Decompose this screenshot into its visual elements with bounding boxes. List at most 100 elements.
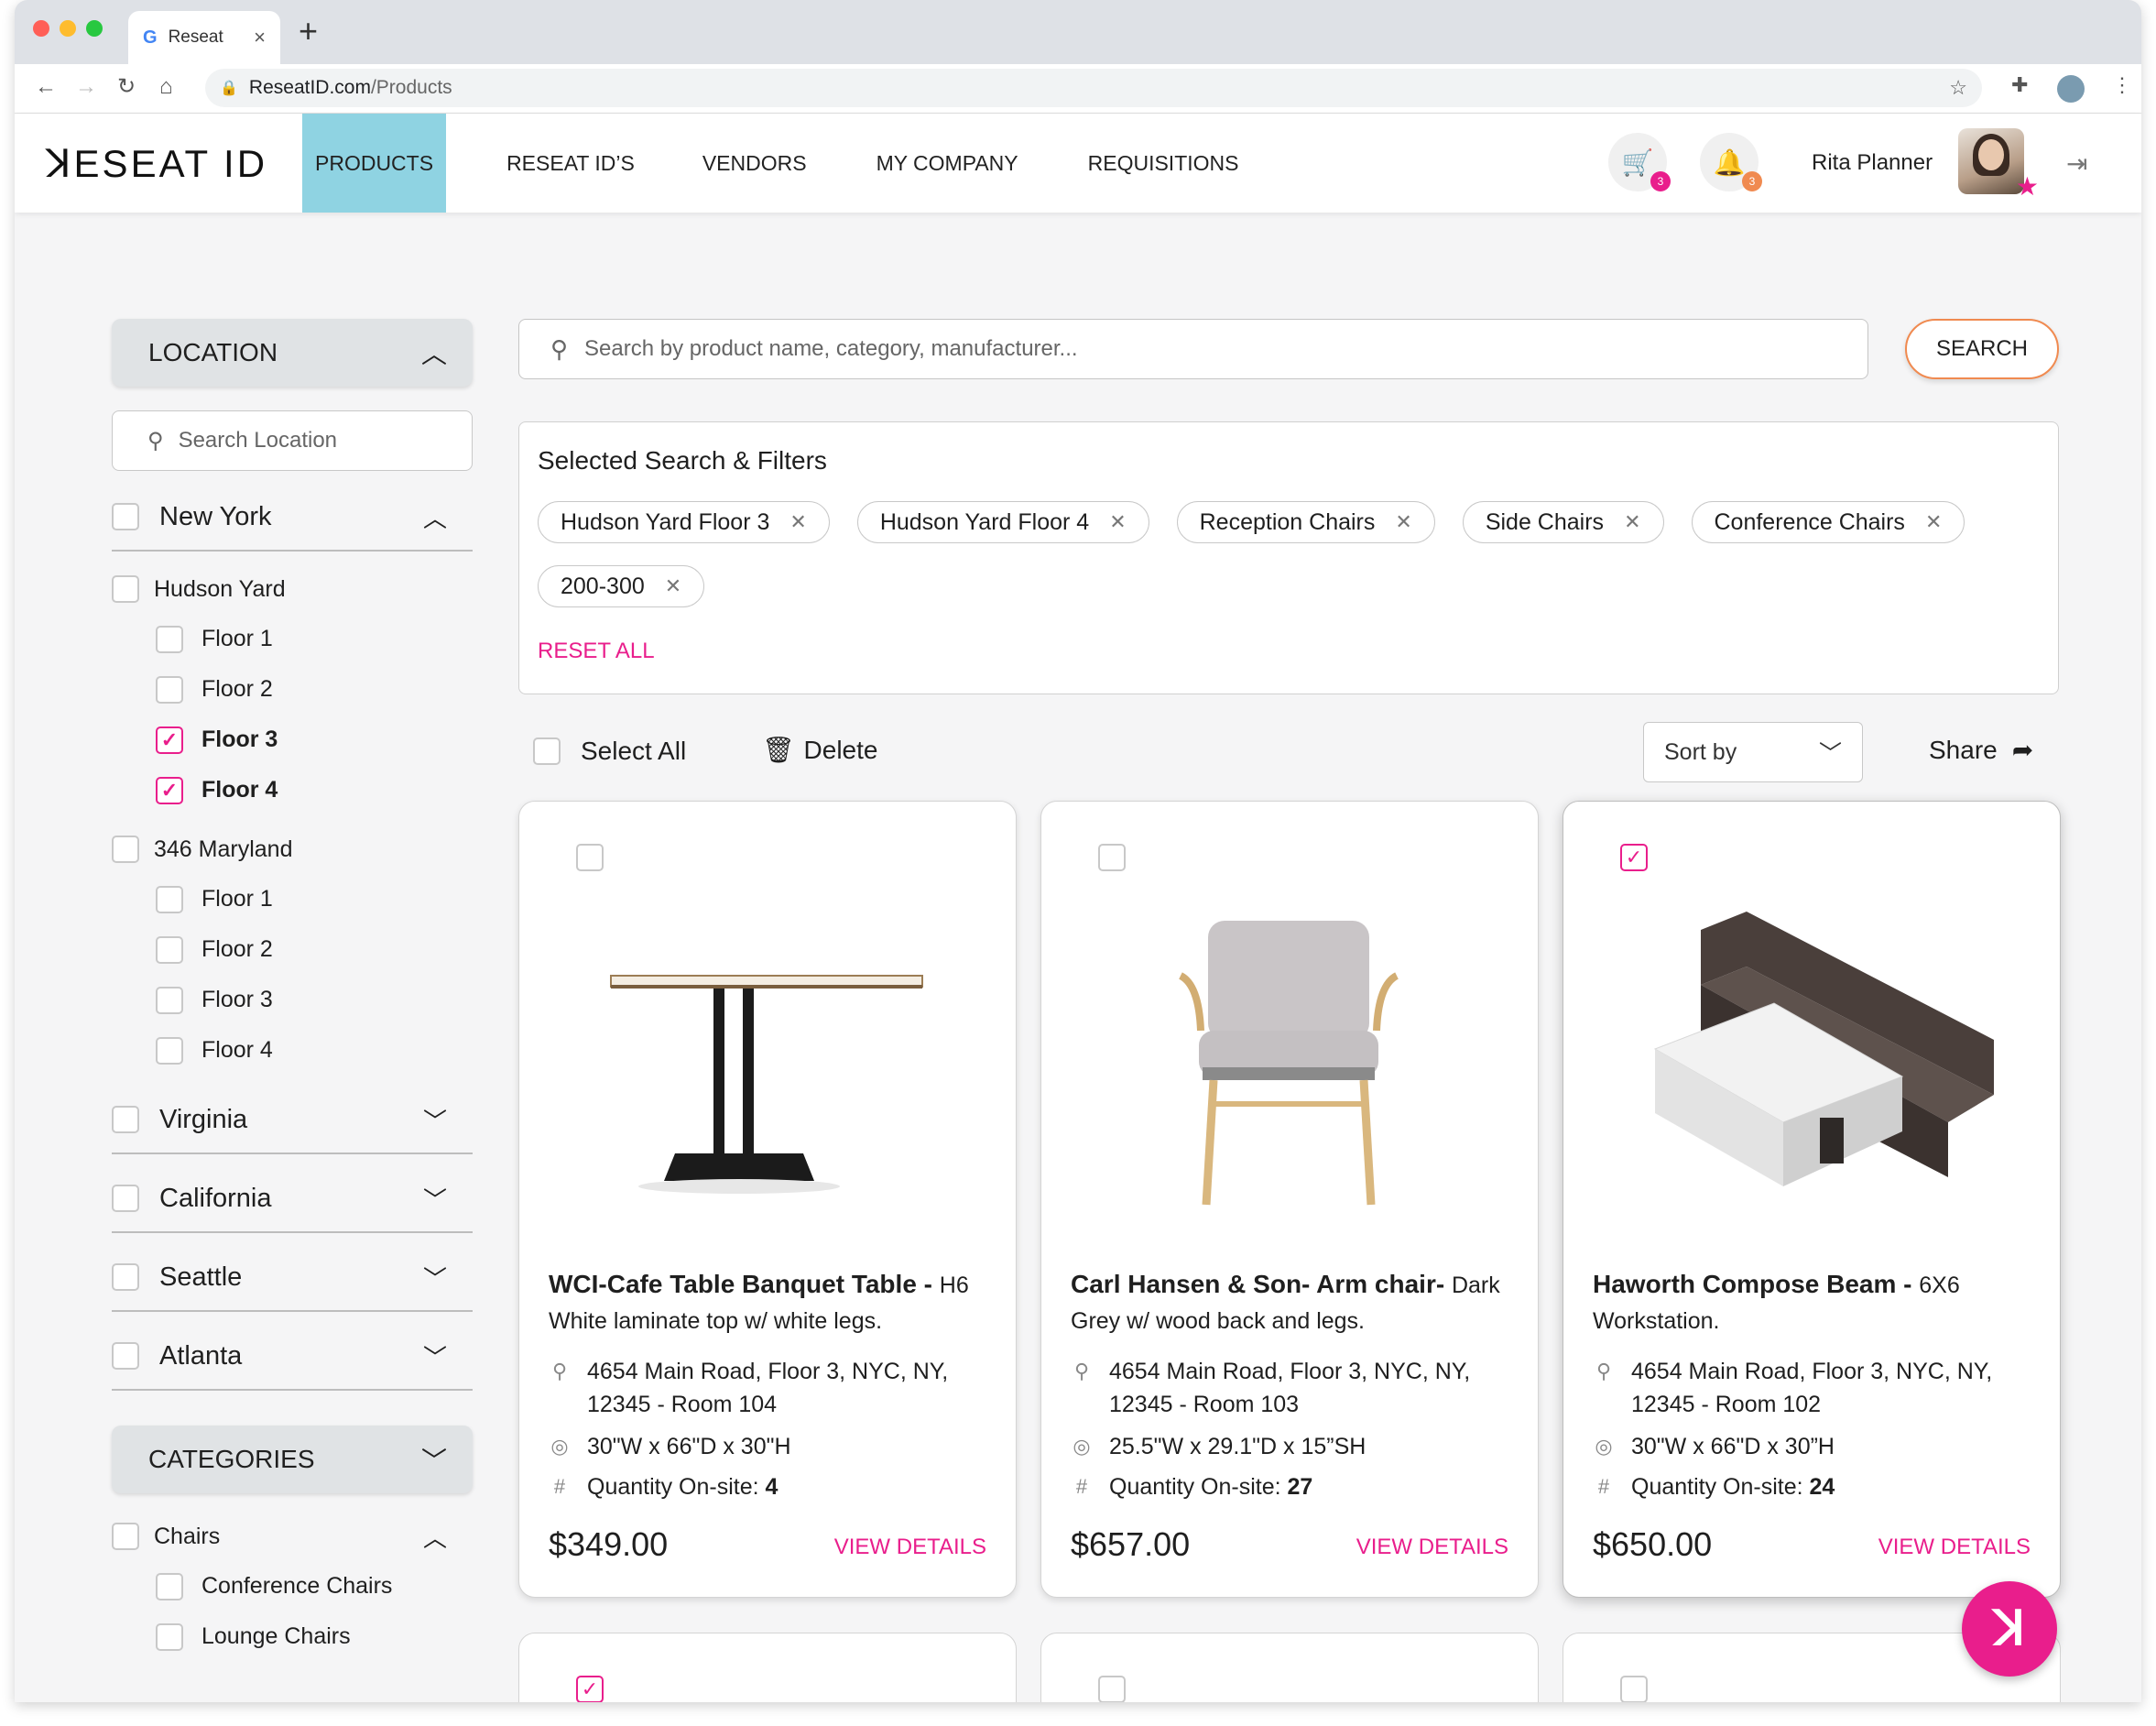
checkbox-checked[interactable]: ✓ bbox=[156, 776, 183, 804]
filter-chip[interactable]: Side Chairs ✕ bbox=[1462, 501, 1664, 543]
home-icon[interactable]: ⌂ bbox=[159, 76, 173, 98]
filter-chip[interactable]: Hudson Yard Floor 3 ✕ bbox=[538, 501, 830, 543]
checkbox[interactable] bbox=[1620, 1676, 1648, 1702]
nav-requisitions[interactable]: REQUISITIONS bbox=[1088, 114, 1239, 213]
logout-icon[interactable]: ⇥ bbox=[2066, 148, 2087, 179]
product-card[interactable]: WCI-Cafe Table Banquet Table - H6 White l… bbox=[518, 801, 1017, 1598]
checkbox[interactable] bbox=[156, 885, 183, 913]
floor-item[interactable]: Floor 2 bbox=[112, 924, 473, 975]
reload-icon[interactable]: ↻ bbox=[117, 76, 136, 98]
user-name[interactable]: Rita Planner bbox=[1812, 150, 1933, 176]
forward-icon[interactable]: → bbox=[75, 76, 97, 98]
nav-vendors[interactable]: VENDORS bbox=[702, 114, 807, 213]
checkbox[interactable] bbox=[156, 935, 183, 964]
filter-chip[interactable]: 200-300 ✕ bbox=[538, 565, 705, 607]
close-icon[interactable]: ✕ bbox=[789, 510, 806, 534]
state-virginia[interactable]: Virginia ﹀ bbox=[112, 1087, 473, 1154]
checkbox[interactable] bbox=[112, 1523, 139, 1550]
view-details-link[interactable]: VIEW DETAILS bbox=[1878, 1535, 2031, 1560]
checkbox[interactable] bbox=[156, 1036, 183, 1065]
subcategory-item[interactable]: Conference Chairs bbox=[112, 1561, 473, 1611]
close-tab-icon[interactable]: × bbox=[254, 26, 266, 49]
browser-tab[interactable]: G Reseat × bbox=[128, 11, 280, 64]
chevron-up-icon[interactable]: ︿ bbox=[423, 500, 447, 534]
floor-item[interactable]: Floor 3 bbox=[112, 975, 473, 1025]
checkbox[interactable] bbox=[156, 675, 183, 704]
close-icon[interactable]: ✕ bbox=[1395, 510, 1411, 534]
floor-item[interactable]: Floor 2 bbox=[112, 664, 473, 715]
minimize-window-button[interactable] bbox=[60, 20, 76, 37]
close-icon[interactable]: ✕ bbox=[665, 574, 681, 598]
checkbox[interactable] bbox=[156, 1622, 183, 1651]
subcategory-item[interactable]: Lounge Chairs bbox=[112, 1611, 473, 1662]
floor-item[interactable]: Floor 1 bbox=[112, 874, 473, 924]
avatar[interactable]: ★ bbox=[1958, 128, 2039, 201]
delete-button[interactable]: 🗑 Delete bbox=[762, 735, 877, 765]
filter-chip[interactable]: Conference Chairs ✕ bbox=[1691, 501, 1965, 543]
product-card[interactable]: Carl Hansen & Son- Arm chair- Dark Grey w… bbox=[1040, 801, 1539, 1598]
checkbox[interactable] bbox=[576, 844, 604, 871]
checkbox[interactable] bbox=[112, 575, 139, 603]
nav-products[interactable]: PRODUCTS bbox=[302, 114, 447, 213]
notifications-button[interactable]: 🔔 3 bbox=[1700, 133, 1762, 191]
new-tab-button[interactable]: + bbox=[299, 15, 318, 48]
cart-button[interactable]: 🛒 3 bbox=[1608, 133, 1671, 191]
state-new-york[interactable]: New York ︿ bbox=[112, 484, 473, 552]
search-button[interactable]: SEARCH bbox=[1905, 319, 2059, 379]
categories-header[interactable]: CATEGORIES ﹀ bbox=[112, 1426, 473, 1493]
filter-chip[interactable]: Hudson Yard Floor 4 ✕ bbox=[856, 501, 1149, 543]
state-seattle[interactable]: Seattle ﹀ bbox=[112, 1244, 473, 1312]
url-bar[interactable]: 🔒 ReseatID.com/Products ☆ bbox=[205, 69, 1982, 107]
checkbox-checked[interactable]: ✓ bbox=[1620, 844, 1648, 871]
checkbox-checked[interactable]: ✓ bbox=[156, 726, 183, 754]
chevron-down-icon[interactable]: ﹀ bbox=[423, 1103, 447, 1137]
product-card-selected[interactable]: ✓ Haworth Compose Beam - 6X6 Workstation.… bbox=[1563, 801, 2061, 1598]
product-search-input[interactable]: ⚲ Search by product name, category, manu… bbox=[518, 319, 1868, 379]
checkbox[interactable] bbox=[533, 737, 561, 765]
view-details-link[interactable]: VIEW DETAILS bbox=[1356, 1535, 1508, 1560]
checkbox[interactable] bbox=[112, 1185, 139, 1212]
bookmark-star-icon[interactable]: ☆ bbox=[1949, 76, 1967, 100]
extensions-icon[interactable]: ✚ bbox=[2011, 73, 2028, 97]
floor-item[interactable]: Floor 4 bbox=[112, 1025, 473, 1076]
product-card-partial[interactable]: ✓ bbox=[518, 1633, 1017, 1702]
select-all[interactable]: Select All bbox=[533, 737, 686, 766]
chevron-down-icon[interactable]: ﹀ bbox=[423, 1182, 447, 1216]
profile-icon[interactable] bbox=[2057, 75, 2085, 103]
chevron-up-icon[interactable]: ︿ bbox=[423, 1520, 447, 1554]
checkbox-checked[interactable]: ✓ bbox=[576, 1676, 604, 1702]
state-california[interactable]: California ﹀ bbox=[112, 1165, 473, 1233]
nav-my-company[interactable]: MY COMPANY bbox=[877, 114, 1018, 213]
chat-assistant-button[interactable]: ꓘ bbox=[1962, 1581, 2057, 1677]
chevron-down-icon[interactable]: ﹀ bbox=[423, 1339, 447, 1373]
checkbox[interactable] bbox=[156, 1572, 183, 1600]
checkbox[interactable] bbox=[156, 625, 183, 653]
building-hudson-yard[interactable]: Hudson Yard bbox=[112, 564, 473, 614]
checkbox[interactable] bbox=[112, 836, 139, 863]
location-search-input[interactable]: ⚲ Search Location bbox=[112, 410, 473, 471]
close-icon[interactable]: ✕ bbox=[1925, 510, 1942, 534]
checkbox[interactable] bbox=[156, 986, 183, 1014]
nav-reseat-ids[interactable]: RESEAT ID’S bbox=[506, 114, 635, 213]
product-card-partial[interactable] bbox=[1040, 1633, 1539, 1702]
close-icon[interactable]: ✕ bbox=[1109, 510, 1126, 534]
browser-menu-icon[interactable]: ⋮ bbox=[2112, 73, 2132, 97]
reset-all-link[interactable]: RESET ALL bbox=[538, 639, 655, 664]
logo[interactable]: ꓘESEAT ID bbox=[46, 141, 267, 186]
checkbox[interactable] bbox=[112, 1342, 139, 1370]
checkbox[interactable] bbox=[112, 1263, 139, 1291]
share-button[interactable]: Share ➦ bbox=[1929, 735, 2033, 765]
chevron-down-icon[interactable]: ﹀ bbox=[423, 1261, 447, 1294]
view-details-link[interactable]: VIEW DETAILS bbox=[834, 1535, 986, 1560]
checkbox[interactable] bbox=[1098, 1676, 1126, 1702]
building-346-maryland[interactable]: 346 Maryland bbox=[112, 825, 473, 874]
checkbox[interactable] bbox=[112, 503, 139, 530]
filter-chip[interactable]: Reception Chairs ✕ bbox=[1176, 501, 1435, 543]
state-atlanta[interactable]: Atlanta ﹀ bbox=[112, 1323, 473, 1391]
category-chairs[interactable]: Chairs ︿ bbox=[112, 1512, 473, 1561]
sort-select[interactable]: Sort by ﹀ bbox=[1643, 722, 1863, 782]
close-window-button[interactable] bbox=[33, 20, 49, 37]
location-header[interactable]: LOCATION ︿ bbox=[112, 319, 473, 387]
floor-item[interactable]: Floor 1 bbox=[112, 614, 473, 664]
maximize-window-button[interactable] bbox=[86, 20, 103, 37]
